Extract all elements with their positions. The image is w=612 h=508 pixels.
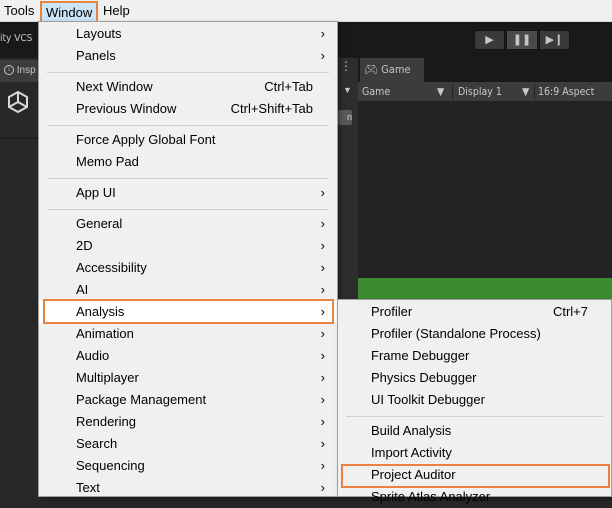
menu-item-ai[interactable]: AI › bbox=[39, 279, 337, 301]
menu-item-multiplayer[interactable]: Multiplayer › bbox=[39, 367, 337, 389]
divider bbox=[452, 84, 453, 100]
menu-item-profiler[interactable]: Profiler Ctrl+7 bbox=[338, 301, 611, 323]
chevron-right-icon: › bbox=[320, 436, 325, 451]
inspector-tab[interactable]: i Insp bbox=[0, 60, 38, 82]
chevron-right-icon: › bbox=[320, 414, 325, 429]
menu-item-previous-window[interactable]: Previous Window Ctrl+Shift+Tab bbox=[39, 98, 337, 120]
info-icon: i bbox=[4, 65, 14, 76]
window-menu: Layouts › Panels › Next Window Ctrl+Tab … bbox=[38, 21, 338, 497]
menu-item-text[interactable]: Text › bbox=[39, 477, 337, 499]
menu-help[interactable]: Help bbox=[103, 0, 130, 22]
menu-item-panels[interactable]: Panels › bbox=[39, 45, 337, 67]
menu-item-audio[interactable]: Audio › bbox=[39, 345, 337, 367]
menu-item-rendering[interactable]: Rendering › bbox=[39, 411, 337, 433]
aspect-dropdown[interactable]: 16:9 Aspect bbox=[538, 82, 594, 102]
dropdown-arrow-icon[interactable]: ▼ bbox=[343, 85, 352, 95]
chevron-right-icon: › bbox=[320, 48, 325, 63]
chevron-right-icon: › bbox=[320, 392, 325, 407]
menu-item-force-apply-global-font[interactable]: Force Apply Global Font bbox=[39, 129, 337, 151]
chevron-right-icon: › bbox=[320, 282, 325, 297]
inspector-panel bbox=[0, 58, 38, 497]
inspector-tab-label: Insp bbox=[16, 65, 36, 76]
menu-item-frame-debugger[interactable]: Frame Debugger bbox=[338, 345, 611, 367]
chevron-right-icon: › bbox=[320, 326, 325, 341]
menu-item-sequencing[interactable]: Sequencing › bbox=[39, 455, 337, 477]
divider bbox=[0, 138, 38, 139]
chevron-down-icon: ▼ bbox=[437, 86, 445, 98]
menu-separator bbox=[346, 416, 603, 417]
menu-item-physics-debugger[interactable]: Physics Debugger bbox=[338, 367, 611, 389]
game-tab[interactable]: 🎮︎ Game bbox=[360, 58, 424, 82]
shortcut-label: Ctrl+7 bbox=[552, 304, 588, 319]
menu-item-layouts[interactable]: Layouts › bbox=[39, 23, 337, 45]
menu-separator bbox=[47, 125, 329, 126]
menu-item-accessibility[interactable]: Accessibility › bbox=[39, 257, 337, 279]
menu-item-build-analysis[interactable]: Build Analysis bbox=[338, 420, 611, 442]
menu-item-import-activity[interactable]: Import Activity bbox=[338, 442, 611, 464]
chevron-right-icon: › bbox=[320, 348, 325, 363]
menu-item-package-management[interactable]: Package Management › bbox=[39, 389, 337, 411]
vcs-label[interactable]: ity VCS bbox=[0, 33, 32, 44]
menu-item-search[interactable]: Search › bbox=[39, 433, 337, 455]
chevron-right-icon: › bbox=[320, 260, 325, 275]
game-view-toolbar: Game ▼ Display 1 ▼ 16:9 Aspect bbox=[358, 82, 612, 102]
chevron-right-icon: › bbox=[320, 185, 325, 200]
menu-item-profiler-standalone[interactable]: Profiler (Standalone Process) bbox=[338, 323, 611, 345]
chevron-right-icon: › bbox=[320, 458, 325, 473]
display-dropdown[interactable]: Display 1 bbox=[458, 82, 502, 102]
chevron-right-icon: › bbox=[320, 238, 325, 253]
menu-bar: Tools Window Help bbox=[0, 0, 612, 26]
step-icon: ▶❙ bbox=[545, 34, 564, 46]
menu-tools[interactable]: Tools bbox=[4, 0, 34, 22]
shortcut-label: Ctrl+Tab bbox=[264, 79, 313, 94]
chevron-right-icon: › bbox=[320, 216, 325, 231]
game-view[interactable] bbox=[358, 102, 612, 278]
menu-item-ui-toolkit-debugger[interactable]: UI Toolkit Debugger bbox=[338, 389, 611, 411]
chevron-right-icon: › bbox=[320, 26, 325, 41]
more-options-icon[interactable]: ⋮ bbox=[340, 59, 352, 73]
unity-logo-icon bbox=[8, 90, 28, 114]
game-view-ground bbox=[358, 278, 612, 300]
highlight-box bbox=[43, 299, 334, 324]
menu-separator bbox=[47, 209, 329, 210]
highlight-box bbox=[341, 464, 610, 488]
menu-item-sprite-atlas-analyzer[interactable]: Sprite Atlas Analyzer bbox=[338, 486, 611, 508]
step-button[interactable]: ▶❙ bbox=[539, 30, 570, 50]
play-button[interactable]: ▶ bbox=[474, 30, 505, 50]
shortcut-label: Ctrl+Shift+Tab bbox=[230, 101, 313, 116]
game-tab-label: Game bbox=[381, 63, 411, 76]
chevron-right-icon: › bbox=[320, 480, 325, 495]
menu-item-memo-pad[interactable]: Memo Pad bbox=[39, 151, 337, 173]
menu-item-2d[interactable]: 2D › bbox=[39, 235, 337, 257]
panel-button[interactable]: n bbox=[338, 110, 352, 125]
pause-icon: ❚❚ bbox=[512, 34, 532, 46]
menu-item-general[interactable]: General › bbox=[39, 213, 337, 235]
menu-separator bbox=[47, 72, 329, 73]
menu-item-next-window[interactable]: Next Window Ctrl+Tab bbox=[39, 76, 337, 98]
chevron-right-icon: › bbox=[320, 370, 325, 385]
menu-item-animation[interactable]: Animation › bbox=[39, 323, 337, 345]
play-icon: ▶ bbox=[485, 34, 494, 46]
menu-item-app-ui[interactable]: App UI › bbox=[39, 182, 337, 204]
divider bbox=[534, 84, 535, 100]
game-view-dropdown[interactable]: Game bbox=[362, 82, 390, 102]
chevron-down-icon: ▼ bbox=[522, 86, 530, 98]
menu-separator bbox=[47, 178, 329, 179]
pause-button[interactable]: ❚❚ bbox=[506, 30, 538, 50]
gamepad-icon: 🎮︎ bbox=[364, 63, 378, 76]
